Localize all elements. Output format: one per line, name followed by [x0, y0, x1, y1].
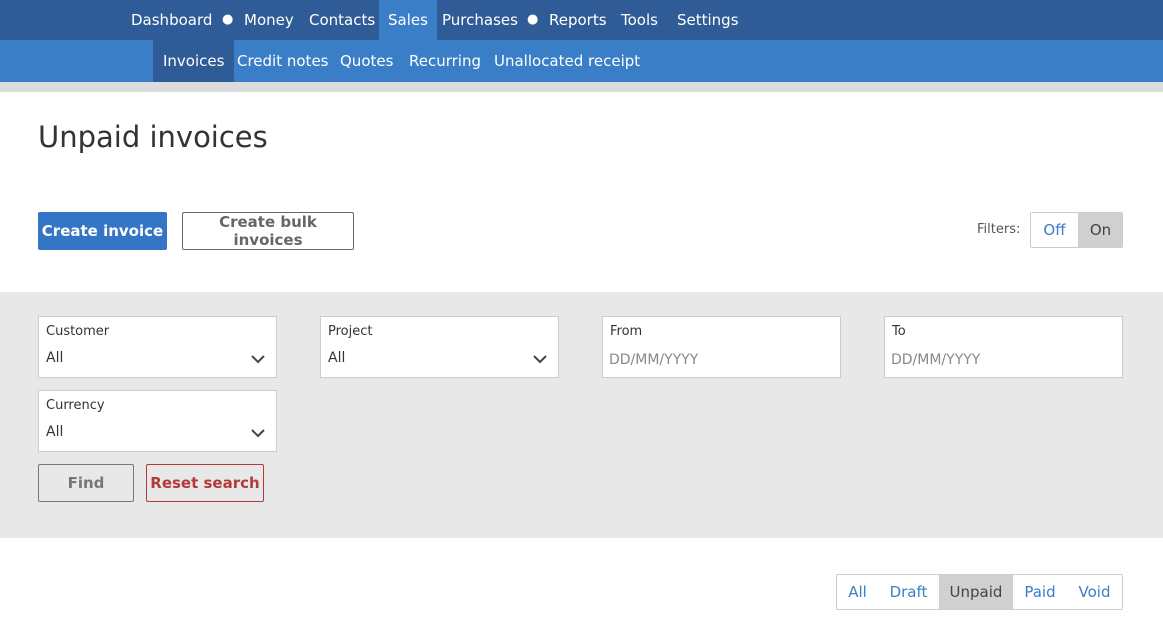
chevron-down-icon	[251, 355, 265, 364]
filters-off-option[interactable]: Off	[1031, 213, 1078, 247]
subnav-unallocated-receipt[interactable]: Unallocated receipt	[494, 40, 640, 82]
to-date-field: To	[884, 316, 1123, 378]
nav-sales[interactable]: Sales	[379, 0, 437, 40]
nav-settings[interactable]: Settings	[677, 0, 739, 40]
project-label: Project	[328, 324, 373, 339]
from-date-field: From	[602, 316, 841, 378]
create-bulk-invoices-button[interactable]: Create bulk invoices	[182, 212, 354, 250]
subnav-invoices[interactable]: Invoices	[153, 40, 235, 82]
filters-label: Filters:	[977, 222, 1021, 237]
nav-reports[interactable]: Reports	[549, 0, 607, 40]
customer-value: All	[46, 350, 64, 366]
create-invoice-button[interactable]: Create invoice	[38, 212, 167, 250]
subnav-quotes[interactable]: Quotes	[340, 40, 393, 82]
subnav-recurring[interactable]: Recurring	[409, 40, 481, 82]
nav-dashboard[interactable]: Dashboard	[131, 0, 212, 40]
currency-select[interactable]: Currency All	[38, 390, 277, 452]
nav-money[interactable]: Money	[244, 0, 294, 40]
tab-all[interactable]: All	[837, 575, 878, 609]
currency-value: All	[46, 424, 64, 440]
nav-tools[interactable]: Tools	[621, 0, 658, 40]
to-date-input[interactable]	[891, 349, 1111, 371]
filters-toggle: Off On	[1030, 212, 1123, 248]
from-label: From	[610, 324, 643, 339]
chevron-down-icon	[251, 429, 265, 438]
nav-dot-indicator: ●	[527, 12, 539, 27]
tab-unpaid[interactable]: Unpaid	[939, 575, 1013, 609]
from-date-input[interactable]	[609, 349, 829, 371]
customer-select[interactable]: Customer All	[38, 316, 277, 378]
tab-paid[interactable]: Paid	[1013, 575, 1067, 609]
project-select[interactable]: Project All	[320, 316, 559, 378]
nav-shadow-divider	[0, 82, 1163, 92]
reset-search-button[interactable]: Reset search	[146, 464, 264, 502]
nav-purchases[interactable]: Purchases	[442, 0, 518, 40]
status-tabs: All Draft Unpaid Paid Void	[836, 574, 1123, 610]
top-navigation: Dashboard ● Money Contacts Sales Purchas…	[0, 0, 1163, 40]
tab-draft[interactable]: Draft	[878, 575, 939, 609]
nav-dot-indicator: ●	[222, 12, 234, 27]
customer-label: Customer	[46, 324, 110, 339]
find-button[interactable]: Find	[38, 464, 134, 502]
sub-navigation: Invoices Credit notes Quotes Recurring U…	[0, 40, 1163, 82]
chevron-down-icon	[533, 355, 547, 364]
nav-contacts[interactable]: Contacts	[309, 0, 375, 40]
currency-label: Currency	[46, 398, 105, 413]
page-title: Unpaid invoices	[38, 120, 268, 154]
project-value: All	[328, 350, 346, 366]
tab-void[interactable]: Void	[1067, 575, 1122, 609]
subnav-credit-notes[interactable]: Credit notes	[237, 40, 329, 82]
filters-on-option[interactable]: On	[1078, 213, 1122, 247]
to-label: To	[892, 324, 906, 339]
